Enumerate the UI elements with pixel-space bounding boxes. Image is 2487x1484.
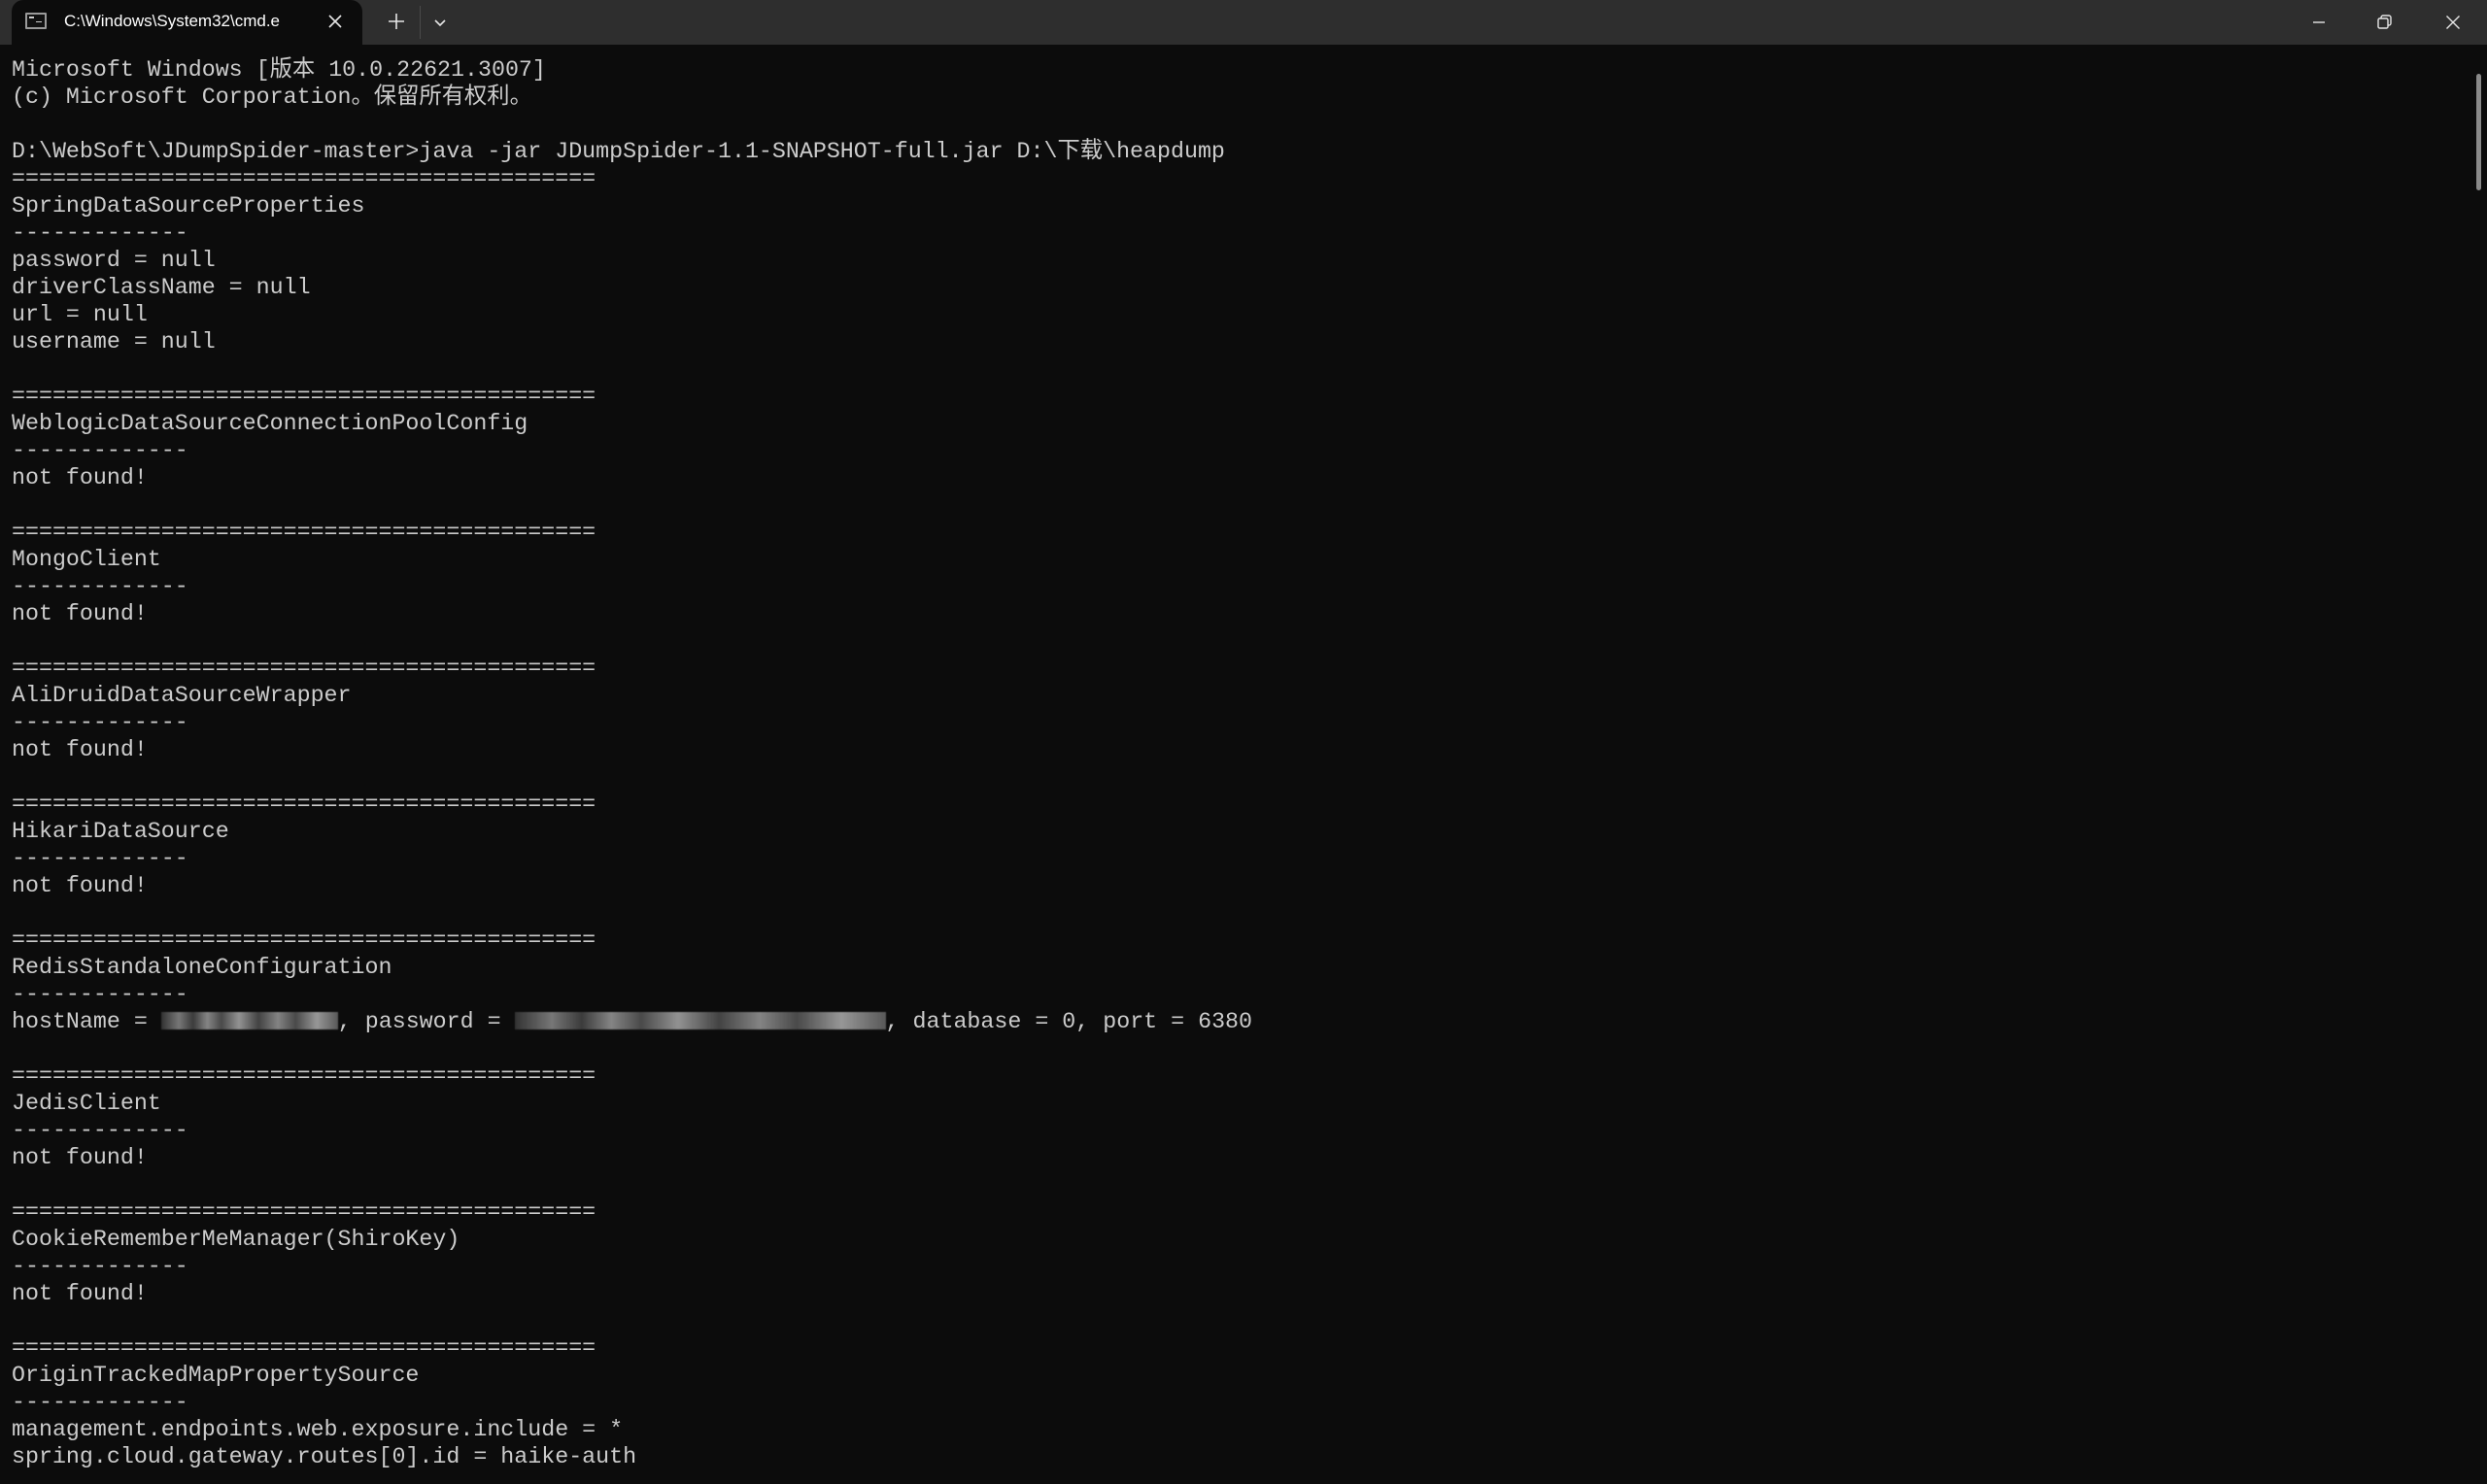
terminal-line: CookieRememberMeManager(ShiroKey)	[12, 1227, 460, 1252]
terminal-line: ========================================…	[12, 166, 596, 191]
terminal-line: AliDruidDataSourceWrapper	[12, 683, 352, 708]
terminal-line: D:\WebSoft\JDumpSpider-master>java -jar …	[12, 139, 1225, 164]
restore-icon	[2377, 15, 2392, 29]
terminal-line: WeblogicDataSourceConnectionPoolConfig	[12, 411, 528, 436]
terminal-icon	[25, 13, 47, 29]
terminal-line: ========================================…	[12, 1063, 596, 1089]
terminal-line: url = null	[12, 302, 148, 327]
terminal-line: ========================================…	[12, 520, 596, 545]
terminal-line: -------------	[12, 1390, 188, 1415]
tab-cmd[interactable]: C:\Windows\System32\cmd.e	[12, 0, 362, 45]
terminal-line: ========================================…	[12, 928, 596, 953]
terminal-line: SpringDataSourceProperties	[12, 193, 365, 219]
terminal-line: -------------	[12, 1254, 188, 1279]
tab-dropdown-button[interactable]	[427, 10, 453, 35]
terminal-line: not found!	[12, 1145, 148, 1170]
close-tab-button[interactable]	[323, 9, 348, 34]
plus-icon	[389, 14, 404, 29]
close-window-button[interactable]	[2420, 0, 2486, 45]
terminal-line: -------------	[12, 574, 188, 599]
terminal-line: driverClassName = null	[12, 275, 311, 300]
new-tab-button[interactable]	[383, 8, 410, 35]
close-icon	[328, 15, 342, 28]
tab-divider	[420, 6, 421, 39]
terminal-line: MongoClient	[12, 547, 161, 572]
terminal-line: username = null	[12, 329, 216, 354]
minimize-icon	[2313, 21, 2325, 23]
terminal-line: hostName = , password = , database = 0, …	[12, 1008, 1252, 1035]
terminal-line: Microsoft Windows [版本 10.0.22621.3007]	[12, 57, 546, 83]
terminal-line: password = null	[12, 248, 216, 273]
redacted-password-value	[514, 1012, 886, 1029]
terminal-line: ========================================…	[12, 1199, 596, 1225]
terminal-line: spring.cloud.gateway.routes[0].id = haik…	[12, 1444, 637, 1469]
terminal-line: management.endpoints.web.exposure.includ…	[12, 1417, 624, 1442]
terminal-line: not found!	[12, 737, 148, 762]
title-bar: C:\Windows\System32\cmd.e	[0, 0, 2487, 45]
terminal-line: not found!	[12, 873, 148, 898]
terminal-line: RedisStandaloneConfiguration	[12, 955, 392, 980]
scrollbar-thumb[interactable]	[2476, 74, 2481, 190]
host-label: hostName =	[12, 1009, 161, 1034]
terminal-line: (c) Microsoft Corporation。保留所有权利。	[12, 84, 532, 110]
terminal-line: ========================================…	[12, 1335, 596, 1361]
terminal-line: HikariDataSource	[12, 819, 229, 844]
terminal-line: -------------	[12, 710, 188, 735]
terminal-line: -------------	[12, 1118, 188, 1143]
terminal-line: not found!	[12, 601, 148, 626]
terminal-line: not found!	[12, 1281, 148, 1306]
minimize-button[interactable]	[2286, 0, 2352, 45]
terminal-lines: Microsoft Windows [版本 10.0.22621.3007] (c…	[12, 56, 1252, 1470]
chevron-down-icon	[434, 19, 446, 27]
redis-rest: , database = 0, port = 6380	[885, 1009, 1253, 1034]
scrollbar[interactable]	[2473, 45, 2487, 1484]
terminal-line: ========================================…	[12, 384, 596, 409]
redacted-host-value	[160, 1012, 338, 1029]
terminal-output[interactable]: Microsoft Windows [版本 10.0.22621.3007] (c…	[0, 45, 2468, 1484]
terminal-line: -------------	[12, 220, 188, 246]
terminal-line: -------------	[12, 846, 188, 871]
terminal-line: -------------	[12, 438, 188, 463]
terminal-line: OriginTrackedMapPropertySource	[12, 1363, 420, 1388]
terminal-line: ========================================…	[12, 792, 596, 817]
close-icon	[2446, 16, 2460, 29]
terminal-line: JedisClient	[12, 1091, 161, 1116]
tab-title: C:\Windows\System32\cmd.e	[64, 12, 281, 30]
terminal-line: not found!	[12, 465, 148, 490]
terminal-line: -------------	[12, 982, 188, 1007]
restore-button[interactable]	[2352, 0, 2418, 45]
password-label: , password =	[337, 1009, 515, 1034]
terminal-line: ========================================…	[12, 656, 596, 681]
